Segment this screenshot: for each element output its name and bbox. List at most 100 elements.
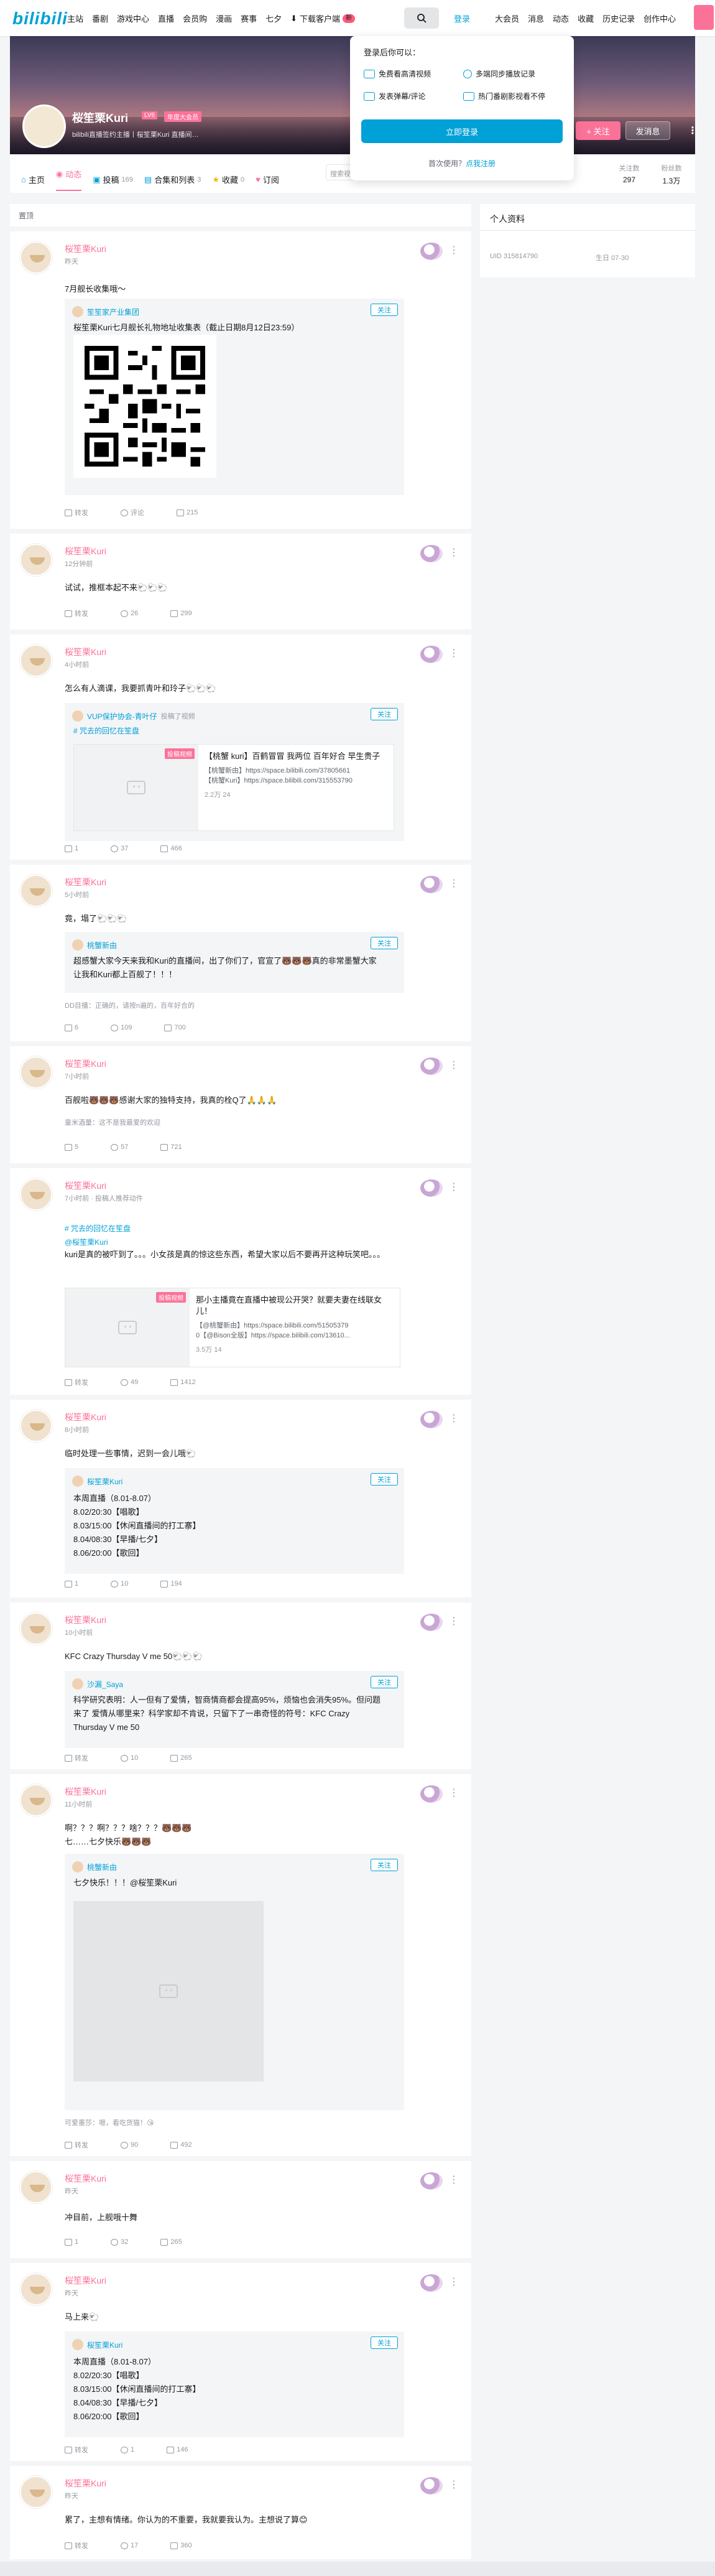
repost-button[interactable]: 转发 — [65, 508, 88, 518]
follow-button[interactable]: 关注 — [371, 2337, 398, 2349]
comment-button[interactable]: 90 — [121, 2140, 138, 2150]
more-icon[interactable]: ⋮ — [449, 1412, 459, 1425]
repost-button[interactable]: 1 — [65, 845, 78, 852]
following-stat[interactable]: 关注数 297 — [611, 163, 648, 184]
post-author[interactable]: 桜笙栗Kuri — [65, 1179, 106, 1192]
follow-button[interactable]: 关注 — [371, 1676, 398, 1688]
repost-user[interactable]: 桜笙栗Kuri — [87, 2340, 122, 2350]
comment-button[interactable]: 49 — [121, 1377, 138, 1387]
more-icon[interactable]: ⋮ — [449, 2174, 459, 2186]
comment-button[interactable]: 32 — [111, 2238, 128, 2246]
more-icon[interactable]: ⋮ — [449, 1181, 459, 1193]
download-client-button[interactable]: ⬇ 下载客户端新 — [290, 12, 356, 24]
search-button[interactable] — [404, 7, 439, 29]
nav-item[interactable]: 番剧 — [92, 12, 108, 24]
repost-button[interactable]: 转发 — [65, 2445, 88, 2455]
repost-user[interactable]: 桜笙栗Kuri — [87, 1476, 122, 1487]
post-avatar[interactable] — [20, 644, 52, 677]
followers-stat[interactable]: 粉丝数 1.3万 — [653, 163, 690, 186]
comment-button[interactable]: 17 — [121, 2541, 138, 2550]
upload-button[interactable] — [694, 5, 714, 30]
like-button[interactable]: 265 — [160, 2238, 182, 2246]
repost-button[interactable]: 5 — [65, 1143, 78, 1151]
post-author[interactable]: 桜笙栗Kuri — [65, 1614, 106, 1626]
like-button[interactable]: 360 — [170, 2541, 192, 2550]
nav-item[interactable]: 游戏中心 — [117, 12, 149, 24]
tab-collections[interactable]: ▤ 合集和列表 3 — [144, 168, 201, 191]
like-button[interactable]: 466 — [160, 845, 182, 852]
comment-button[interactable]: 评论 — [121, 508, 144, 518]
more-icon[interactable]: ⋮ — [449, 2478, 459, 2491]
like-button[interactable]: 299 — [170, 608, 192, 618]
like-button[interactable]: 146 — [167, 2445, 188, 2455]
like-button[interactable]: 1412 — [170, 1377, 196, 1387]
post-avatar[interactable] — [20, 1056, 52, 1089]
nav-right-item[interactable]: 大会员 — [495, 12, 519, 24]
repost-box[interactable]: 桜笙栗Kuri 关注 本周直播（8.01-8.07） 8.02/20:30【唱歌… — [65, 2332, 404, 2437]
like-button[interactable]: 721 — [160, 1143, 182, 1151]
bilibili-logo[interactable]: bilibili — [12, 9, 68, 29]
repost-button[interactable]: 转发 — [65, 1377, 88, 1387]
nav-item[interactable]: 主站 — [67, 12, 83, 24]
post-avatar[interactable] — [20, 241, 52, 274]
follow-button[interactable]: 关注 — [371, 304, 398, 316]
nav-right-item[interactable]: 消息 — [528, 12, 544, 24]
horizontal-scrollbar[interactable] — [0, 2562, 715, 2576]
post-avatar[interactable] — [20, 2273, 52, 2305]
repost-user[interactable]: 笙笙家产业集团 — [87, 307, 139, 317]
nav-item[interactable]: 会员购 — [183, 12, 207, 24]
video-card[interactable]: 投稿视频 那小主播竟在直播中被现公开哭？就要夫妻在线联女儿！ 【@桃蟹新由】htt… — [65, 1288, 400, 1367]
tab-favorites[interactable]: ★ 收藏 0 — [212, 168, 244, 191]
like-button[interactable]: 265 — [170, 1753, 192, 1763]
nav-right-item[interactable]: 历史记录 — [602, 12, 635, 24]
message-button[interactable]: 发消息 — [625, 121, 670, 140]
follow-button[interactable]: 关注 — [371, 1473, 398, 1486]
repost-user[interactable]: 沙漏_Saya — [87, 1679, 123, 1690]
more-icon[interactable]: ⋮ — [449, 2276, 459, 2288]
repost-button[interactable]: 1 — [65, 1580, 78, 1588]
hot-comment[interactable]: 童米酒量：这不是我最爱的欢迎 — [65, 1117, 160, 1127]
comment-button[interactable]: 57 — [111, 1143, 128, 1151]
more-icon[interactable]: ⋮ — [449, 244, 459, 256]
hot-comment[interactable]: DD目播：正确的，请按n遍的，百年好合的 — [65, 1000, 195, 1010]
topic-link[interactable]: # 咒去的回忆在笙盘 — [65, 1223, 131, 1234]
nav-right-item[interactable]: 创作中心 — [644, 12, 676, 24]
post-author[interactable]: 桜笙栗Kuri — [65, 1411, 106, 1423]
post-avatar[interactable] — [20, 1178, 52, 1211]
post-author[interactable]: 桜笙栗Kuri — [65, 876, 106, 888]
nav-right-item[interactable]: 动态 — [553, 12, 569, 24]
video-card[interactable]: 投稿视频 【桃蟹 kuri】百鹤冒冒 我两位 百年好合 早生贵子 【桃蟹新由】ht… — [73, 744, 394, 831]
nav-item[interactable]: 七夕 — [265, 12, 282, 24]
repost-button[interactable]: 转发 — [65, 1753, 88, 1763]
avatar[interactable] — [22, 105, 66, 148]
repost-box[interactable]: 桃蟹新由 关注 超感蟹大家今天来我和Kuri的直播间，出了你们了，官宣了🐻🐻🐻真… — [65, 932, 404, 993]
hot-comment[interactable]: 可爱墨莎：嗯，看吃货猫！😘 — [65, 2118, 154, 2127]
comment-button[interactable]: 109 — [111, 1024, 132, 1031]
repost-button[interactable]: 6 — [65, 1024, 78, 1031]
nav-item[interactable]: 漫画 — [216, 12, 232, 24]
more-icon[interactable]: ⋮ — [688, 124, 695, 137]
tab-dynamic[interactable]: ◉ 动态 — [55, 168, 82, 191]
post-author[interactable]: 桜笙栗Kuri — [65, 243, 106, 255]
topic-link[interactable]: # 咒去的回忆在笙盘 — [73, 724, 384, 738]
repost-box[interactable]: 桃蟹新由 关注 七夕快乐！！！@桜笙栗Kuri — [65, 1854, 404, 2110]
more-icon[interactable]: ⋮ — [449, 1615, 459, 1627]
follow-button[interactable]: + 关注 — [576, 121, 620, 140]
follow-button[interactable]: 关注 — [371, 1859, 398, 1871]
like-button[interactable]: 194 — [160, 1580, 182, 1588]
nav-item[interactable]: 直播 — [158, 12, 174, 24]
more-icon[interactable]: ⋮ — [449, 546, 459, 559]
image-placeholder[interactable] — [73, 1901, 264, 2081]
repost-box[interactable]: 沙漏_Saya 关注 科学研究表明：人一但有了爱情，智商情商都会提高95%，烦恼… — [65, 1671, 404, 1748]
repost-button[interactable]: 1 — [65, 2238, 78, 2246]
post-avatar[interactable] — [20, 1612, 52, 1645]
more-icon[interactable]: ⋮ — [449, 877, 459, 890]
nav-right-item[interactable]: 收藏 — [578, 12, 594, 24]
register-link[interactable]: 点我注册 — [466, 159, 496, 168]
post-author[interactable]: 桜笙栗Kuri — [65, 2274, 106, 2287]
comment-button[interactable]: 10 — [121, 1753, 138, 1763]
post-avatar[interactable] — [20, 875, 52, 907]
post-author[interactable]: 桜笙栗Kuri — [65, 1058, 106, 1070]
post-author[interactable]: 桜笙栗Kuri — [65, 2477, 106, 2490]
repost-button[interactable]: 转发 — [65, 2140, 88, 2150]
